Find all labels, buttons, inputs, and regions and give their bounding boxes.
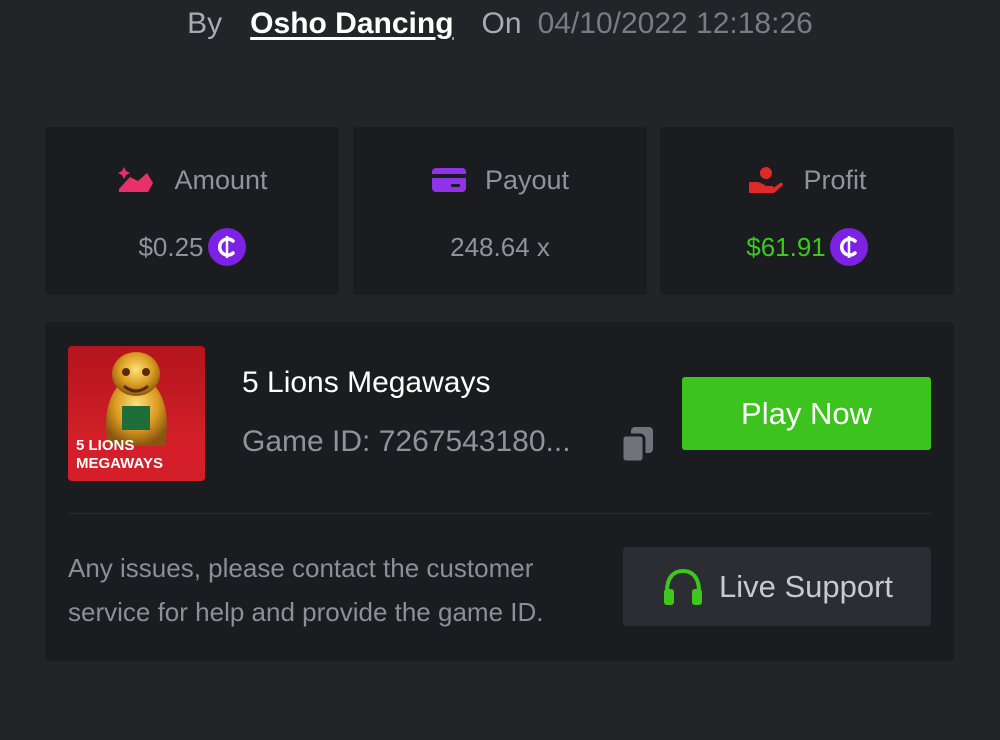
profit-value: $61.91 [746,231,826,262]
headset-icon [663,568,702,605]
live-support-label: Live Support [718,568,894,604]
username-link[interactable]: Osho Dancing [250,7,453,41]
copy-icon[interactable] [619,425,657,465]
coin-icon [207,228,246,266]
hand-heart-icon [749,167,784,193]
bet-byline: By Osho Dancing On 04/10/2022 12:18:26 [0,0,1000,48]
profit-value-row: $61.91 [660,228,954,266]
payout-value-row: 248.64 x [353,228,647,266]
wager-icon [118,167,154,192]
profit-card: Profit $61.91 [660,127,954,295]
divider [68,513,931,514]
live-support-button[interactable]: Live Support [623,547,931,626]
card-icon [431,168,466,192]
game-card: 5 LIONS MEGAWAYS 5 Lions Megaways Game I… [45,322,954,661]
thumb-line1: 5 LIONS [76,437,134,454]
payout-value: 248.64 x [450,231,550,262]
amount-label: Amount [174,164,268,195]
on-label: On [481,7,522,40]
bet-datetime: 04/10/2022 12:18:26 [537,7,813,40]
game-id: Game ID: 7267543180... [242,425,571,458]
amount-header: Amount [45,165,339,195]
game-title: 5 Lions Megaways [242,366,491,399]
amount-card: Amount $0.25 [45,127,339,295]
profit-header: Profit [660,165,954,195]
amount-value-row: $0.25 [45,228,339,266]
profit-label: Profit [803,164,867,195]
thumb-line2: MEGAWAYS [76,455,163,472]
by-label: By [187,7,223,40]
amount-value: $0.25 [138,231,204,262]
help-text: Any issues, please contact the customer … [68,553,544,627]
payout-card: Payout 248.64 x [353,127,647,295]
payout-header: Payout [353,165,647,195]
payout-label: Payout [484,164,570,195]
game-thumbnail[interactable]: 5 LIONS MEGAWAYS [68,346,205,481]
coin-icon [829,228,868,266]
play-now-button[interactable]: Play Now [682,377,931,450]
